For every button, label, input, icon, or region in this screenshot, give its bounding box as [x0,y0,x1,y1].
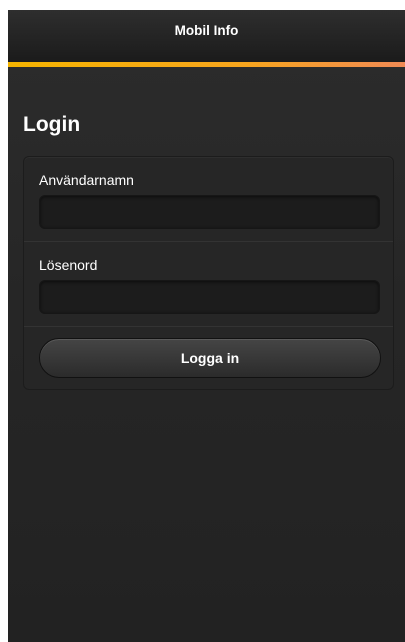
username-row: Användarnamn [24,157,393,242]
login-form: Användarnamn Lösenord Logga in [23,156,394,390]
app-header: Mobil Info [8,10,405,62]
password-input[interactable] [39,280,380,314]
password-label: Lösenord [39,257,98,273]
password-row: Lösenord [24,242,393,327]
header-title: Mobil Info [174,23,239,38]
login-button[interactable]: Logga in [39,338,381,378]
username-input[interactable] [39,195,380,229]
submit-row: Logga in [24,327,393,389]
username-label: Användarnamn [39,172,134,188]
header-accent-bar [8,62,405,67]
page-title: Login [23,113,81,136]
app-screen: Mobil Info Login Användarnamn Lösenord L… [8,10,405,642]
